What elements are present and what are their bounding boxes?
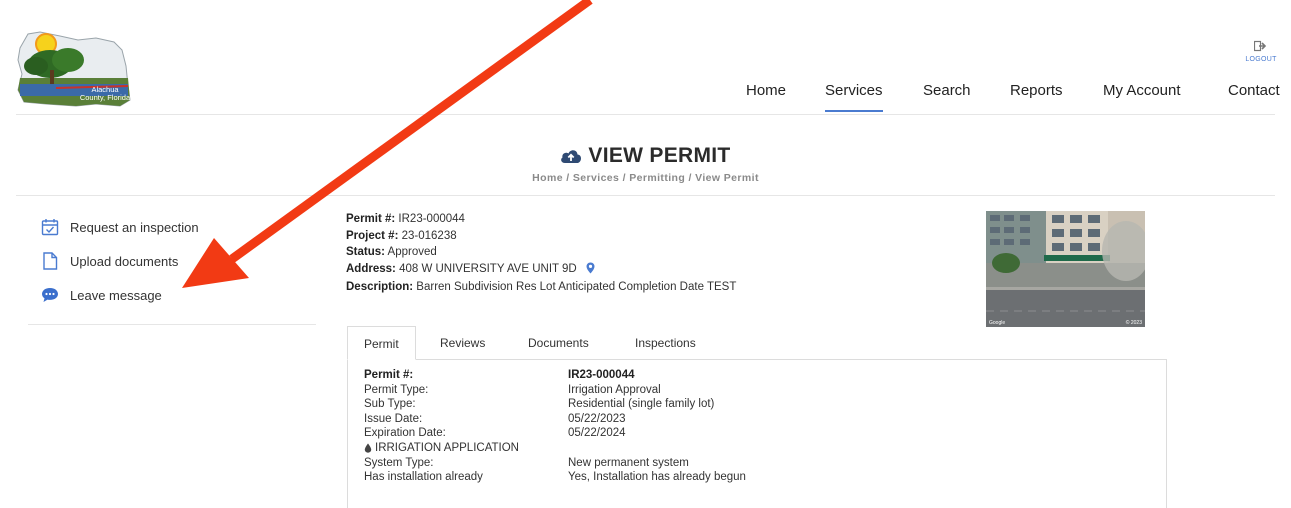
- tab-permit[interactable]: Permit: [347, 326, 416, 360]
- header-divider: [16, 114, 1275, 115]
- nav-search[interactable]: Search: [923, 82, 971, 99]
- permit-summary: Permit #: IR23-000044 Project #: 23-0162…: [346, 211, 736, 296]
- detail-row-system-type: System Type: New permanent system: [364, 456, 689, 469]
- logo-text: Alachua County, Florida: [79, 85, 131, 102]
- photo-watermark-left: Google: [989, 320, 1006, 326]
- sidebar: Request an inspection Upload documents L…: [28, 210, 316, 312]
- cloud-upload-icon: [561, 150, 582, 163]
- document-icon: [40, 251, 60, 271]
- permit-tabs: Permit Reviews Documents Inspections: [347, 326, 747, 360]
- title-row: VIEW PERMIT: [0, 144, 1291, 169]
- detail-row-installation: Has installation already Yes, Installatio…: [364, 471, 746, 484]
- photo-watermark-right: © 2023: [1125, 320, 1142, 326]
- title-divider: [16, 195, 1275, 196]
- county-logo[interactable]: Alachua County, Florida: [16, 30, 134, 108]
- nav-services[interactable]: Services: [825, 82, 883, 112]
- street-view-image: [986, 211, 1145, 327]
- permit-details: Permit #: IR23-000044 Permit Type: Irrigat…: [364, 368, 746, 485]
- nav-home[interactable]: Home: [746, 82, 786, 99]
- page-title: VIEW PERMIT: [560, 144, 730, 168]
- detail-row-issue-date: Issue Date: 05/22/2023: [364, 412, 626, 425]
- tab-panel-permit: Permit #: IR23-000044 Permit Type: Irrigat…: [347, 359, 1167, 508]
- logout-icon: [1254, 40, 1267, 52]
- water-drop-icon: [364, 443, 372, 453]
- irrigation-section-title: IRRIGATION APPLICATION: [375, 441, 519, 454]
- logout-label: LOGOUT: [1245, 56, 1277, 63]
- tab-documents[interactable]: Documents: [512, 326, 605, 360]
- leave-message-label: Leave message: [70, 287, 162, 303]
- upload-documents-label: Upload documents: [70, 253, 179, 269]
- detail-row-expiration-date: Expiration Date: 05/22/2024: [364, 427, 626, 440]
- chat-bubble-icon: [40, 285, 60, 305]
- calendar-check-icon: [40, 217, 60, 237]
- detail-row-sub-type: Sub Type: Residential (single family lot): [364, 398, 715, 411]
- map-pin-icon[interactable]: [586, 262, 595, 280]
- detail-row-permit-number: Permit #: IR23-000044: [364, 369, 635, 381]
- nav-contact[interactable]: Contact: [1228, 82, 1280, 99]
- upload-documents-link[interactable]: Upload documents: [28, 244, 316, 278]
- leave-message-link[interactable]: Leave message: [28, 278, 316, 312]
- page-title-text: VIEW PERMIT: [588, 144, 731, 167]
- detail-row-permit-type: Permit Type: Irrigation Approval: [364, 383, 661, 396]
- summary-project-number: Project #: 23-016238: [346, 229, 457, 242]
- summary-description: Description: Barren Subdivision Res Lot …: [346, 281, 737, 293]
- tab-inspections[interactable]: Inspections: [619, 326, 712, 360]
- breadcrumb: Home / Services / Permitting / View Perm…: [532, 172, 759, 184]
- summary-status: Status: Approved: [346, 246, 437, 258]
- summary-permit-number: Permit #: IR23-000044: [346, 213, 465, 225]
- logout-button[interactable]: LOGOUT: [1241, 40, 1281, 63]
- street-view-photo[interactable]: Google © 2023: [986, 211, 1145, 327]
- main-nav: Home Services Search Reports My Account …: [731, 82, 1291, 116]
- nav-reports[interactable]: Reports: [1010, 82, 1063, 99]
- request-inspection-label: Request an inspection: [70, 219, 199, 235]
- sidebar-divider: [28, 324, 316, 325]
- tab-reviews[interactable]: Reviews: [424, 326, 501, 360]
- nav-my-account[interactable]: My Account: [1103, 82, 1181, 99]
- request-inspection-link[interactable]: Request an inspection: [28, 210, 316, 244]
- irrigation-section-heading: IRRIGATION APPLICATION: [364, 441, 746, 456]
- summary-address: Address: 408 W UNIVERSITY AVE UNIT 9D: [346, 261, 736, 280]
